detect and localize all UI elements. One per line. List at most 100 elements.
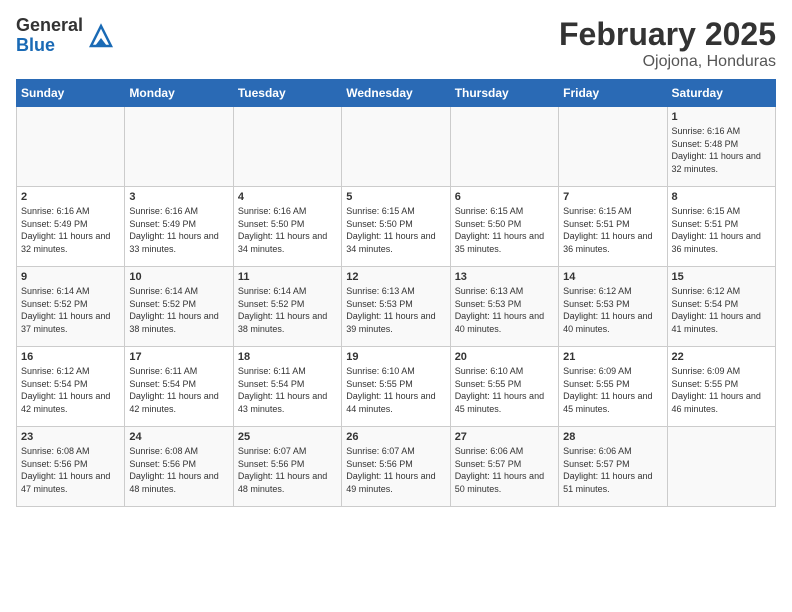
weekday-header-saturday: Saturday xyxy=(667,80,775,107)
day-number: 14 xyxy=(563,271,662,283)
calendar-cell: 21 Sunrise: 6:09 AM Sunset: 5:55 PM Dayli… xyxy=(559,347,667,427)
calendar-cell: 2 Sunrise: 6:16 AM Sunset: 5:49 PM Daylig… xyxy=(17,187,125,267)
calendar-cell: 7Sunrise: 6:15 AM Sunset: 5:51 PM Daylig… xyxy=(559,187,667,267)
calendar-cell: 14 Sunrise: 6:12 AM Sunset: 5:53 PM Dayli… xyxy=(559,267,667,347)
calendar-cell xyxy=(450,107,558,187)
day-info: Sunrise: 6:06 AM Sunset: 5:57 PM Dayligh… xyxy=(563,445,662,495)
day-number: 4 xyxy=(238,191,337,203)
day-number: 11 xyxy=(238,271,337,283)
calendar-cell xyxy=(233,107,341,187)
day-info: Sunrise: 6:15 AM Sunset: 5:50 PM Dayligh… xyxy=(455,205,554,255)
weekday-header-friday: Friday xyxy=(559,80,667,107)
calendar-cell: 17Sunrise: 6:11 AM Sunset: 5:54 PM Dayli… xyxy=(125,347,233,427)
logo-blue-text: Blue xyxy=(16,36,83,56)
day-info: Sunrise: 6:13 AM Sunset: 5:53 PM Dayligh… xyxy=(346,285,445,335)
day-info: Sunrise: 6:16 AM Sunset: 5:49 PM Dayligh… xyxy=(21,205,120,255)
day-number: 23 xyxy=(21,431,120,443)
calendar-cell: 24 Sunrise: 6:08 AM Sunset: 5:56 PM Dayli… xyxy=(125,427,233,507)
logo: General Blue xyxy=(16,16,115,56)
weekday-header-monday: Monday xyxy=(125,80,233,107)
day-number: 5 xyxy=(346,191,445,203)
day-number: 1 xyxy=(672,111,771,123)
day-info: Sunrise: 6:12 AM Sunset: 5:53 PM Dayligh… xyxy=(563,285,662,335)
day-info: Sunrise: 6:07 AM Sunset: 5:56 PM Dayligh… xyxy=(238,445,337,495)
day-number: 15 xyxy=(672,271,771,283)
calendar-cell: 4 Sunrise: 6:16 AM Sunset: 5:50 PM Daylig… xyxy=(233,187,341,267)
weekday-header-row: SundayMondayTuesdayWednesdayThursdayFrid… xyxy=(17,80,776,107)
day-info: Sunrise: 6:07 AM Sunset: 5:56 PM Dayligh… xyxy=(346,445,445,495)
calendar-week-row: 2 Sunrise: 6:16 AM Sunset: 5:49 PM Daylig… xyxy=(17,187,776,267)
day-info: Sunrise: 6:10 AM Sunset: 5:55 PM Dayligh… xyxy=(455,365,554,415)
calendar-cell: 25Sunrise: 6:07 AM Sunset: 5:56 PM Dayli… xyxy=(233,427,341,507)
calendar-cell xyxy=(667,427,775,507)
day-info: Sunrise: 6:06 AM Sunset: 5:57 PM Dayligh… xyxy=(455,445,554,495)
calendar-cell: 9Sunrise: 6:14 AM Sunset: 5:52 PM Daylig… xyxy=(17,267,125,347)
day-info: Sunrise: 6:13 AM Sunset: 5:53 PM Dayligh… xyxy=(455,285,554,335)
calendar-week-row: 1 Sunrise: 6:16 AM Sunset: 5:48 PM Daylig… xyxy=(17,107,776,187)
calendar-cell: 1 Sunrise: 6:16 AM Sunset: 5:48 PM Daylig… xyxy=(667,107,775,187)
logo-general-text: General xyxy=(16,16,83,36)
day-number: 27 xyxy=(455,431,554,443)
calendar-cell xyxy=(17,107,125,187)
calendar-cell: 26 Sunrise: 6:07 AM Sunset: 5:56 PM Dayli… xyxy=(342,427,450,507)
day-number: 21 xyxy=(563,351,662,363)
calendar-cell: 23 Sunrise: 6:08 AM Sunset: 5:56 PM Dayli… xyxy=(17,427,125,507)
day-number: 19 xyxy=(346,351,445,363)
day-info: Sunrise: 6:08 AM Sunset: 5:56 PM Dayligh… xyxy=(21,445,120,495)
day-number: 24 xyxy=(129,431,228,443)
calendar-week-row: 16 Sunrise: 6:12 AM Sunset: 5:54 PM Dayli… xyxy=(17,347,776,427)
day-info: Sunrise: 6:12 AM Sunset: 5:54 PM Dayligh… xyxy=(672,285,771,335)
page-header: General Blue February 2025 Ojojona, Hond… xyxy=(16,16,776,71)
day-info: Sunrise: 6:11 AM Sunset: 5:54 PM Dayligh… xyxy=(238,365,337,415)
calendar-cell: 3 Sunrise: 6:16 AM Sunset: 5:49 PM Daylig… xyxy=(125,187,233,267)
weekday-header-sunday: Sunday xyxy=(17,80,125,107)
calendar-cell: 16 Sunrise: 6:12 AM Sunset: 5:54 PM Dayli… xyxy=(17,347,125,427)
title-section: February 2025 Ojojona, Honduras xyxy=(559,16,776,71)
day-info: Sunrise: 6:12 AM Sunset: 5:54 PM Dayligh… xyxy=(21,365,120,415)
day-info: Sunrise: 6:11 AM Sunset: 5:54 PM Dayligh… xyxy=(129,365,228,415)
calendar-cell: 28Sunrise: 6:06 AM Sunset: 5:57 PM Dayli… xyxy=(559,427,667,507)
calendar-cell: 6 Sunrise: 6:15 AM Sunset: 5:50 PM Daylig… xyxy=(450,187,558,267)
calendar-cell: 20 Sunrise: 6:10 AM Sunset: 5:55 PM Dayli… xyxy=(450,347,558,427)
day-number: 16 xyxy=(21,351,120,363)
day-number: 18 xyxy=(238,351,337,363)
day-info: Sunrise: 6:14 AM Sunset: 5:52 PM Dayligh… xyxy=(238,285,337,335)
day-number: 20 xyxy=(455,351,554,363)
calendar-cell xyxy=(125,107,233,187)
day-info: Sunrise: 6:15 AM Sunset: 5:51 PM Dayligh… xyxy=(672,205,771,255)
day-info: Sunrise: 6:15 AM Sunset: 5:51 PM Dayligh… xyxy=(563,205,662,255)
day-info: Sunrise: 6:08 AM Sunset: 5:56 PM Dayligh… xyxy=(129,445,228,495)
weekday-header-wednesday: Wednesday xyxy=(342,80,450,107)
day-info: Sunrise: 6:16 AM Sunset: 5:48 PM Dayligh… xyxy=(672,125,771,175)
calendar-cell: 8 Sunrise: 6:15 AM Sunset: 5:51 PM Daylig… xyxy=(667,187,775,267)
calendar-table: SundayMondayTuesdayWednesdayThursdayFrid… xyxy=(16,79,776,507)
calendar-cell: 11 Sunrise: 6:14 AM Sunset: 5:52 PM Dayli… xyxy=(233,267,341,347)
calendar-cell: 18 Sunrise: 6:11 AM Sunset: 5:54 PM Dayli… xyxy=(233,347,341,427)
calendar-cell: 13 Sunrise: 6:13 AM Sunset: 5:53 PM Dayli… xyxy=(450,267,558,347)
day-info: Sunrise: 6:09 AM Sunset: 5:55 PM Dayligh… xyxy=(563,365,662,415)
day-number: 10 xyxy=(129,271,228,283)
day-info: Sunrise: 6:15 AM Sunset: 5:50 PM Dayligh… xyxy=(346,205,445,255)
day-info: Sunrise: 6:16 AM Sunset: 5:49 PM Dayligh… xyxy=(129,205,228,255)
day-number: 22 xyxy=(672,351,771,363)
calendar-cell xyxy=(342,107,450,187)
logo-icon xyxy=(87,22,115,50)
day-number: 3 xyxy=(129,191,228,203)
day-number: 13 xyxy=(455,271,554,283)
day-number: 9 xyxy=(21,271,120,283)
day-number: 8 xyxy=(672,191,771,203)
calendar-week-row: 9 Sunrise: 6:14 AM Sunset: 5:52 PM Daylig… xyxy=(17,267,776,347)
day-number: 6 xyxy=(455,191,554,203)
calendar-cell: 22 Sunrise: 6:09 AM Sunset: 5:55 PM Dayli… xyxy=(667,347,775,427)
day-info: Sunrise: 6:09 AM Sunset: 5:55 PM Dayligh… xyxy=(672,365,771,415)
calendar-subtitle: Ojojona, Honduras xyxy=(559,53,776,71)
calendar-cell: 12Sunrise: 6:13 AM Sunset: 5:53 PM Dayli… xyxy=(342,267,450,347)
day-number: 26 xyxy=(346,431,445,443)
calendar-title: February 2025 xyxy=(559,16,776,53)
calendar-cell: 27 Sunrise: 6:06 AM Sunset: 5:57 PM Dayli… xyxy=(450,427,558,507)
weekday-header-tuesday: Tuesday xyxy=(233,80,341,107)
day-info: Sunrise: 6:16 AM Sunset: 5:50 PM Dayligh… xyxy=(238,205,337,255)
calendar-cell xyxy=(559,107,667,187)
day-number: 2 xyxy=(21,191,120,203)
calendar-week-row: 23 Sunrise: 6:08 AM Sunset: 5:56 PM Dayli… xyxy=(17,427,776,507)
